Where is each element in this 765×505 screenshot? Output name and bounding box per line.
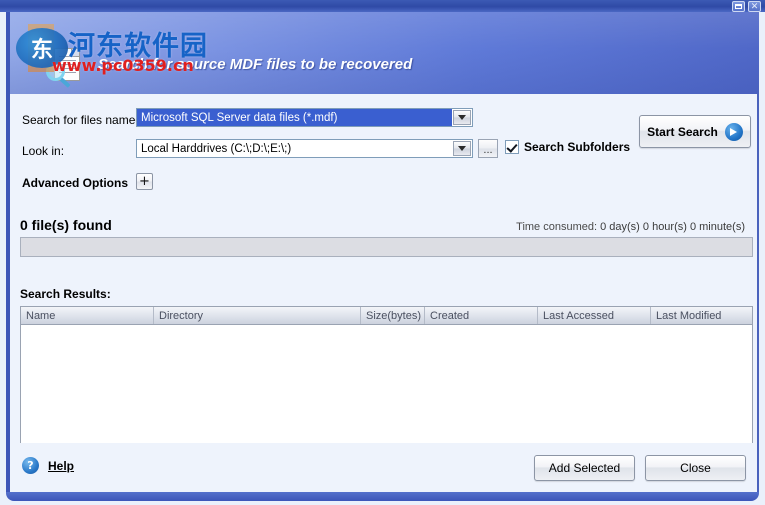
close-window-button[interactable] (748, 1, 761, 12)
help-link[interactable]: Help (48, 459, 74, 473)
browse-button[interactable]: ... (478, 139, 498, 158)
help-link-group[interactable]: ? Help (22, 457, 74, 474)
help-icon: ? (22, 457, 39, 474)
file-type-value: Microsoft SQL Server data files (*.mdf) (137, 109, 452, 126)
header-gloss (10, 12, 759, 94)
dialog-body: Search for files named: Microsoft SQL Se… (6, 94, 759, 492)
window-bottom-edge (6, 492, 759, 501)
look-in-label: Look in: (22, 144, 65, 158)
look-in-combo[interactable]: Local Harddrives (C:\;D:\;E:\;) (136, 139, 473, 158)
grid-body[interactable] (21, 325, 752, 443)
search-progress-bar (20, 237, 753, 257)
advanced-options-expand-button[interactable]: + (136, 173, 153, 190)
column-header-created[interactable]: Created (425, 307, 538, 324)
column-header-size[interactable]: Size(bytes) (361, 307, 425, 324)
window-titlebar (0, 0, 765, 12)
files-found-status: 0 file(s) found (20, 217, 112, 233)
time-consumed-status: Time consumed: 0 day(s) 0 hour(s) 0 minu… (516, 221, 745, 233)
look-in-value: Local Harddrives (C:\;D:\;E:\;) (141, 142, 292, 155)
document-corner (71, 49, 79, 57)
time-consumed-value: 0 day(s) 0 hour(s) 0 minute(s) (600, 221, 745, 233)
file-name-label: Search for files named: (22, 113, 146, 127)
column-header-directory[interactable]: Directory (154, 307, 361, 324)
document-search-icon (46, 48, 86, 90)
column-header-name[interactable]: Name (21, 307, 154, 324)
start-search-label: Start Search (647, 124, 718, 139)
add-selected-button[interactable]: Add Selected (534, 455, 635, 481)
column-header-last-modified[interactable]: Last Modified (651, 307, 752, 324)
chevron-down-icon[interactable] (453, 141, 471, 156)
search-subfolders-checkbox[interactable] (505, 140, 519, 154)
search-results-label: Search Results: (20, 287, 111, 301)
search-subfolders-checkbox-group[interactable]: Search Subfolders (505, 140, 630, 154)
search-results-grid[interactable]: Name Directory Size(bytes) Created Last … (20, 306, 753, 443)
search-mdf-window: Search for source MDF files to be recove… (0, 0, 765, 505)
chevron-down-icon[interactable] (453, 110, 471, 125)
start-search-button[interactable]: Start Search (639, 115, 751, 148)
maximize-icon (733, 2, 744, 11)
page-title: Search for source MDF files to be recove… (98, 56, 413, 73)
close-button[interactable]: Close (645, 455, 746, 481)
maximize-button[interactable] (732, 1, 745, 12)
file-type-combo[interactable]: Microsoft SQL Server data files (*.mdf) (136, 108, 473, 127)
dialog-header: Search for source MDF files to be recove… (6, 12, 759, 94)
arrow-right-icon (724, 122, 743, 141)
search-subfolders-label: Search Subfolders (524, 140, 631, 154)
grid-header-row: Name Directory Size(bytes) Created Last … (21, 307, 752, 325)
advanced-options-label: Advanced Options (22, 176, 129, 190)
column-header-last-accessed[interactable]: Last Accessed (538, 307, 651, 324)
window-controls (732, 1, 761, 12)
close-icon (749, 2, 760, 11)
time-consumed-label: Time consumed: (516, 221, 598, 233)
